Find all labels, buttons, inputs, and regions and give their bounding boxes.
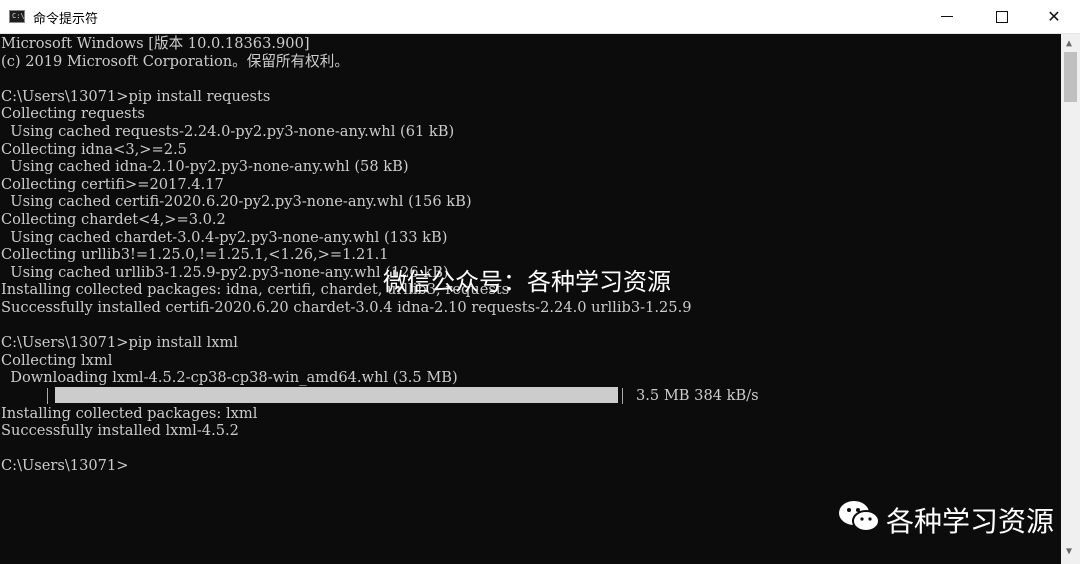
console-line: Downloading lxml-4.5.2-cp38-cp38-win_amd…	[1, 369, 458, 387]
close-button[interactable]: ✕	[1031, 0, 1077, 33]
console-line: C:\Users\13071>pip install requests	[1, 87, 271, 105]
cmd-app-icon-label: C:\	[12, 12, 25, 20]
watermark-corner-text: 各种学习资源	[886, 505, 1055, 538]
scrollbar-thumb[interactable]	[1064, 52, 1077, 102]
minimize-button[interactable]	[924, 0, 970, 33]
window-title: 命令提示符	[33, 12, 99, 27]
console-line: Successfully installed certifi-2020.6.20…	[1, 299, 692, 316]
maximize-icon	[996, 11, 1008, 23]
console-line: Using cached requests-2.24.0-py2.py3-non…	[1, 123, 455, 140]
console-line: Installing collected packages: lxml	[1, 404, 258, 422]
console-line: Successfully installed lxml-4.5.2	[1, 422, 239, 440]
console-line: Collecting idna<3,>=2.5	[1, 140, 187, 158]
download-progress-bar	[55, 387, 618, 403]
progress-bar-left-edge	[47, 388, 48, 404]
console-line: Microsoft Windows [版本 10.0.18363.900]	[1, 35, 310, 52]
progress-bar-right-edge	[622, 388, 623, 404]
console-line: Using cached chardet-3.0.4-py2.py3-none-…	[1, 228, 448, 246]
maximize-button[interactable]	[978, 0, 1024, 33]
console-line: Collecting certifi>=2017.4.17	[1, 175, 224, 193]
download-progress-text: 3.5 MB 384 kB/s	[636, 387, 759, 404]
console-line: Using cached idna-2.10-py2.py3-none-any.…	[1, 158, 409, 176]
wechat-logo-icon	[839, 501, 880, 532]
console-line: C:\Users\13071>	[1, 457, 129, 475]
title-bar[interactable]: C:\ 命令提示符 ✕	[0, 0, 1080, 34]
console-line: (c) 2019 Microsoft Corporation。保留所有权利。	[1, 52, 349, 70]
console-line: Collecting chardet<4,>=3.0.2	[1, 211, 226, 228]
console-line: Collecting lxml	[1, 351, 113, 369]
scroll-down-icon[interactable]: ▼	[1066, 546, 1072, 557]
cmd-app-icon: C:\	[9, 10, 25, 23]
console-line: Collecting requests	[1, 105, 145, 123]
scroll-up-icon[interactable]: ▲	[1066, 38, 1072, 49]
minimize-icon	[941, 16, 953, 17]
close-icon: ✕	[1047, 7, 1061, 26]
watermark-center-text: 微信公众号：各种学习资源	[383, 268, 671, 296]
console-line: Collecting urllib3!=1.25.0,!=1.25.1,<1.2…	[1, 246, 389, 264]
vertical-scrollbar[interactable]: ▲ ▼	[1061, 34, 1080, 564]
console-output[interactable]: Microsoft Windows [版本 10.0.18363.900] (c)…	[0, 34, 1060, 564]
console-line: Using cached urllib3-1.25.9-py2.py3-none…	[1, 263, 449, 281]
console-line: C:\Users\13071>pip install lxml	[1, 334, 238, 352]
console-line: Using cached certifi-2020.6.20-py2.py3-n…	[1, 193, 472, 211]
cmd-window: C:\ 命令提示符 ✕ Microsoft Windows [版本 10.0.1…	[0, 0, 1080, 564]
